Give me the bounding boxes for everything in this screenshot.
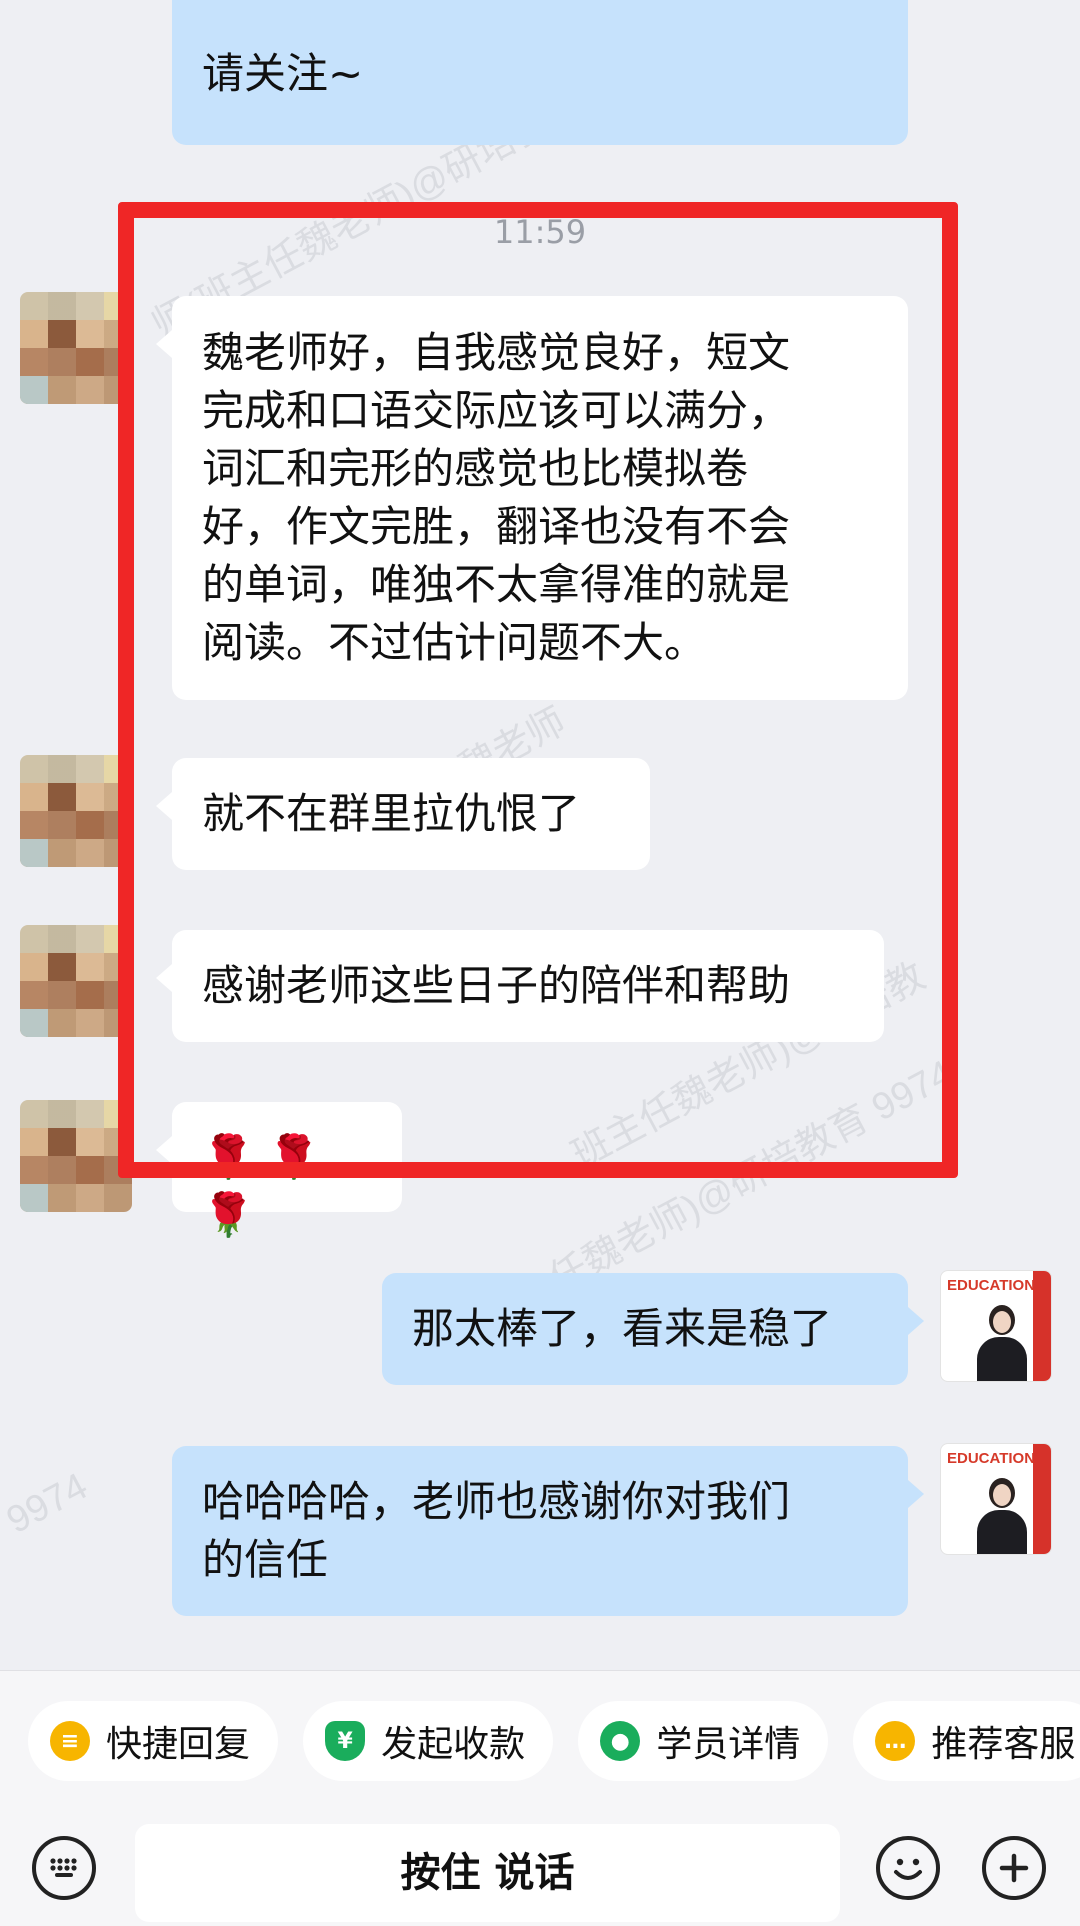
highlight-frame xyxy=(118,202,958,1178)
avatar-logo-text: EDUCATION xyxy=(947,1450,1036,1467)
teacher-avatar[interactable]: EDUCATION xyxy=(940,1443,1052,1555)
emoji-button[interactable] xyxy=(876,1836,940,1900)
keyboard-button[interactable] xyxy=(32,1836,96,1900)
message-bubble-outgoing[interactable]: 那太棒了，看来是稳了 xyxy=(382,1273,924,1385)
bottom-toolbar: ≡ 快捷回复 ¥ 发起收款 ● 学员详情 … 推荐客服 按住 说话 xyxy=(0,1670,1080,1926)
student-avatar[interactable] xyxy=(20,1100,132,1212)
smiley-icon xyxy=(894,1858,922,1880)
student-avatar[interactable] xyxy=(20,755,132,867)
message-bubble-outgoing[interactable]: 哈哈哈哈，老师也感谢你对我们 的信任 xyxy=(172,1446,924,1616)
message-bubble-outgoing[interactable]: 请关注~ xyxy=(172,0,908,145)
avatar-accent xyxy=(1033,1444,1051,1554)
student-avatar[interactable] xyxy=(20,925,132,1037)
message-text: 那太棒了，看来是稳了 xyxy=(412,1304,833,1353)
quick-reply-chip[interactable]: ≡ 快捷回复 xyxy=(28,1701,279,1781)
chip-label: 快捷回复 xyxy=(106,1724,251,1765)
chip-label: 学员详情 xyxy=(656,1724,801,1765)
chip-label: 推荐客服 xyxy=(931,1724,1076,1765)
keyboard-icon xyxy=(50,1858,77,1877)
avatar-body xyxy=(977,1510,1027,1554)
avatar-logo-text: EDUCATION xyxy=(947,1277,1036,1294)
input-row: 按住 说话 xyxy=(0,1816,1080,1926)
avatar-face xyxy=(993,1311,1011,1333)
chat-area: 师(班主任魏老师)@研培教 主任魏老师 班主任魏老师)@研培教育 9974 99… xyxy=(0,0,1080,1670)
plus-icon xyxy=(999,1853,1029,1883)
start-payment-chip[interactable]: ¥ 发起收款 xyxy=(303,1701,554,1781)
teacher-avatar[interactable]: EDUCATION xyxy=(940,1270,1052,1382)
student-avatar[interactable] xyxy=(20,292,132,404)
message-text: 请关注~ xyxy=(202,49,364,98)
avatar-accent xyxy=(1033,1271,1051,1381)
message-icon: ≡ xyxy=(50,1721,90,1761)
message-line: 的信任 xyxy=(202,1535,329,1584)
quick-action-chips: ≡ 快捷回复 ¥ 发起收款 ● 学员详情 … 推荐客服 xyxy=(28,1701,1080,1781)
hold-to-talk-button[interactable]: 按住 说话 xyxy=(135,1824,840,1922)
chat-icon: … xyxy=(875,1721,916,1761)
student-details-chip[interactable]: ● 学员详情 xyxy=(578,1701,829,1781)
watermark: 9974 xyxy=(0,1465,95,1543)
yuan-shield-icon: ¥ xyxy=(325,1721,366,1761)
chip-label: 发起收款 xyxy=(381,1724,526,1765)
recommend-service-chip[interactable]: … 推荐客服 xyxy=(853,1701,1080,1781)
more-button[interactable] xyxy=(982,1836,1046,1900)
message-line: 哈哈哈哈，老师也感谢你对我们 xyxy=(202,1477,791,1526)
avatar-face xyxy=(993,1484,1011,1506)
avatar-body xyxy=(977,1337,1027,1381)
user-icon: ● xyxy=(600,1721,641,1761)
